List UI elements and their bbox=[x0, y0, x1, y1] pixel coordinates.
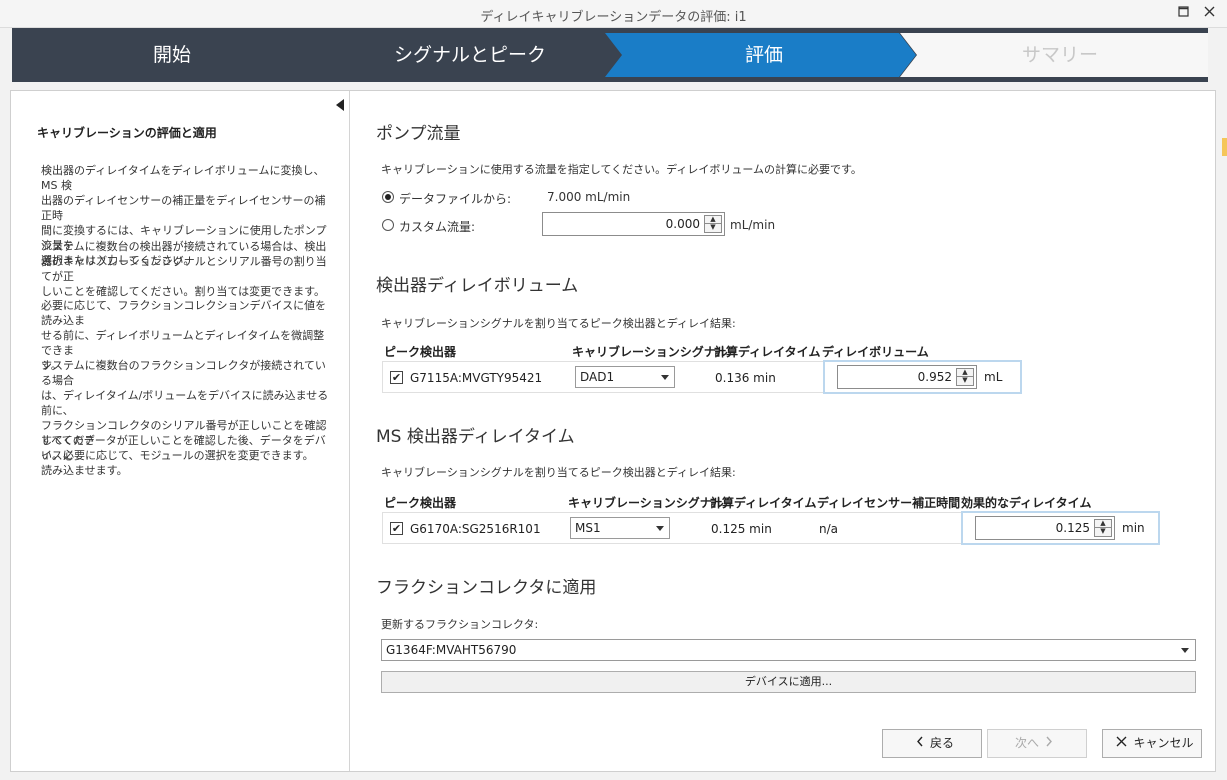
table-row: ✔ G6170A:SG2516R101 MS1 0.125 min n/a bbox=[382, 512, 962, 544]
detector-delay-title: 検出器ディレイボリューム bbox=[376, 276, 579, 296]
col-effective-time: 効果的なディレイタイム bbox=[961, 496, 1092, 510]
ms-detector-checkbox[interactable]: ✔ bbox=[390, 522, 403, 535]
signal-select[interactable]: DAD1 bbox=[575, 366, 675, 388]
title-bar: ディレイキャリブレーションデータの評価: i1 bbox=[0, 0, 1227, 28]
effective-time-unit: min bbox=[1122, 521, 1145, 535]
pump-flow-title: ポンプ流量 bbox=[376, 124, 461, 144]
effective-time-spinner[interactable]: ▲ ▼ bbox=[1094, 519, 1112, 537]
chevron-down-icon bbox=[1181, 648, 1189, 653]
ms-sensor-time: n/a bbox=[819, 522, 839, 536]
effective-time-input[interactable]: 0.125 ▲ ▼ bbox=[975, 516, 1115, 540]
apply-to-device-button[interactable]: デバイスに適用... bbox=[381, 671, 1196, 693]
ms-signal-select[interactable]: MS1 bbox=[570, 517, 670, 539]
close-icon[interactable] bbox=[1198, 3, 1220, 25]
ms-calc-delay-time: 0.125 min bbox=[711, 522, 772, 536]
window-title: ディレイキャリブレーションデータの評価: i1 bbox=[480, 10, 747, 25]
fraction-title: フラクションコレクタに適用 bbox=[376, 578, 597, 598]
col-signal: キャリブレーションシグナル bbox=[568, 496, 724, 510]
custom-flow-spinner[interactable]: ▲ ▼ bbox=[704, 215, 722, 233]
table-row: ✔ G7115A:MVGTY95421 DAD1 0.136 min bbox=[382, 361, 824, 393]
col-detector: ピーク検出器 bbox=[384, 496, 457, 510]
collapse-left-icon[interactable] bbox=[336, 99, 344, 111]
chevron-right-icon bbox=[1045, 730, 1053, 757]
delay-volume-input[interactable]: 0.952 ▲ ▼ bbox=[837, 365, 977, 389]
custom-flow-input[interactable]: 0.000 ▲ ▼ bbox=[542, 212, 725, 236]
ms-delay-title: MS 検出器ディレイタイム bbox=[376, 427, 575, 447]
step-start[interactable]: 開始 bbox=[72, 28, 272, 82]
background-window-edge bbox=[1222, 138, 1227, 156]
fraction-label: 更新するフラクションコレクタ: bbox=[381, 618, 539, 631]
delay-volume-spinner[interactable]: ▲ ▼ bbox=[956, 368, 974, 386]
custom-flow-unit: mL/min bbox=[730, 218, 776, 232]
custom-flow-label: カスタム流量: bbox=[399, 220, 476, 234]
step-signals-peaks[interactable]: シグナルとピーク bbox=[370, 28, 570, 82]
col-volume: ディレイボリューム bbox=[822, 345, 929, 359]
detector-delay-hint: キャリブレーションシグナルを割り当てるピーク検出器とディレイ結果: bbox=[381, 317, 736, 330]
chevron-left-icon bbox=[916, 730, 924, 757]
ms-detector-name: G6170A:SG2516R101 bbox=[410, 522, 541, 536]
wizard-stepper: 開始 シグナルとピーク 評価 サマリー bbox=[12, 28, 1208, 82]
detector-name: G7115A:MVGTY95421 bbox=[410, 371, 543, 385]
help-title: キャリブレーションの評価と適用 bbox=[37, 126, 217, 140]
detector-checkbox[interactable]: ✔ bbox=[390, 371, 403, 384]
pump-flow-hint: キャリブレーションに使用する流量を指定してください。ディレイボリュームの計算に必… bbox=[381, 163, 862, 176]
volume-cell: 0.952 ▲ ▼ mL bbox=[823, 360, 1022, 394]
chevron-down-icon bbox=[661, 375, 669, 380]
col-sensor-time: ディレイセンサー補正時間 bbox=[817, 496, 961, 510]
from-file-radio[interactable] bbox=[382, 191, 394, 203]
ms-delay-hint: キャリブレーションシグナルを割り当てるピーク検出器とディレイ結果: bbox=[381, 466, 736, 479]
col-calc-time: 計算ディレイタイム bbox=[710, 496, 817, 510]
step-evaluation[interactable]: 評価 bbox=[664, 28, 864, 82]
spin-down-icon: ▼ bbox=[956, 377, 974, 386]
calc-delay-time: 0.136 min bbox=[715, 371, 776, 385]
help-paragraph-5: すべてのデータが正しいことを確認した後、データをデバイスに 読み込ませます。 bbox=[41, 434, 326, 477]
next-button: 次へ bbox=[987, 729, 1087, 758]
col-detector: ピーク検出器 bbox=[384, 345, 457, 359]
help-paragraph-2: システムに複数台の検出器が接続されている場合は、検出 器のキャリブレーションシグ… bbox=[41, 240, 327, 298]
chevron-down-icon bbox=[656, 526, 664, 531]
back-button[interactable]: 戻る bbox=[882, 729, 982, 758]
from-file-value: 7.000 mL/min bbox=[547, 190, 631, 204]
cancel-button[interactable]: キャンセル bbox=[1102, 729, 1202, 758]
fraction-collector-select[interactable]: G1364F:MVAHT56790 bbox=[381, 639, 1196, 661]
step-summary: サマリー bbox=[1021, 44, 1098, 66]
col-signal: キャリブレーションシグナル bbox=[572, 345, 728, 359]
content-panel: キャリブレーションの評価と適用 検出器のディレイタイムをディレイボリュームに変換… bbox=[10, 90, 1216, 772]
col-calc-time: 計算ディレイタイム bbox=[714, 345, 821, 359]
close-icon bbox=[1116, 730, 1127, 757]
maximize-icon[interactable] bbox=[1172, 3, 1194, 25]
spin-down-icon: ▼ bbox=[704, 224, 722, 233]
volume-unit: mL bbox=[984, 370, 1003, 384]
spin-down-icon: ▼ bbox=[1094, 528, 1112, 537]
help-pane: キャリブレーションの評価と適用 検出器のディレイタイムをディレイボリュームに変換… bbox=[11, 91, 350, 771]
effective-time-cell: 0.125 ▲ ▼ min bbox=[961, 511, 1160, 545]
custom-flow-radio[interactable] bbox=[382, 219, 394, 231]
from-file-label: データファイルから: bbox=[399, 192, 512, 206]
